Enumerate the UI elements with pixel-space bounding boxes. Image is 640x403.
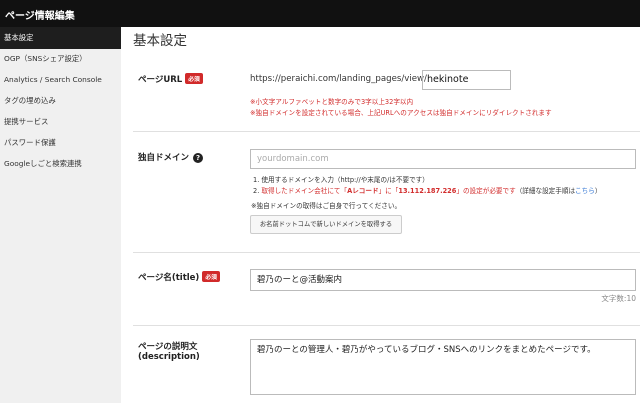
step-2-text-a: 取得したドメイン会社にて「 [261,187,348,195]
page-name-label: ページ名(title) 必須 [138,271,220,283]
page-url-label: ページURL 必須 [138,73,203,85]
divider [133,131,640,132]
sidebar-item-analytics[interactable]: Analytics / Search Console [0,69,121,91]
page-url-slug-input[interactable]: hekinote [422,70,511,90]
url-prefix: https://peraichi.com/landing_pages/view/ [250,74,427,84]
top-bar: ページ情報編集 [0,0,640,27]
main-panel: 基本設定 ページURL 必須 https://peraichi.com/landi… [121,27,640,403]
character-count: 文字数:10 [601,294,636,303]
required-badge: 必須 [202,271,220,282]
get-new-domain-button[interactable]: お名前ドットコムで新しいドメインを取得する [250,215,402,234]
sidebar-item-partner-services[interactable]: 提携サービス [0,111,121,133]
sidebar-item-basic-settings[interactable]: 基本設定 [0,27,121,49]
help-icon[interactable]: ? [193,153,204,163]
sidebar-item-tag-embed[interactable]: タグの埋め込み [0,90,121,112]
window-title: ページ情報編集 [5,11,75,22]
redirect-note: ※独自ドメインを設定されている場合、上記URLへのアクセスは独自ドメインにリダイ… [250,109,552,117]
domain-acquire-note: ※独自ドメインの取得はご自身で行ってください。 [251,202,402,210]
divider [133,252,640,253]
sidebar-item-google-jobs[interactable]: Googleしごと検索連携 [0,153,121,175]
slug-rule-note: ※小文字アルファベットと数字のみで3字以上32字以内 [250,98,414,106]
description-label-sub: (description) [138,352,200,362]
domain-step-2: 2. 取得したドメイン会社にて「Aレコード」に「13.112.187.226」の… [253,185,601,195]
page-url-label-text: ページURL [138,75,183,85]
domain-step-1: 1. 使用するドメインを入力（http://や末尾の/は不要です） [253,176,429,184]
required-badge: 必須 [185,73,203,84]
domain-input[interactable]: yourdomain.com [250,149,636,169]
description-label: ページの説明文 [138,342,198,352]
description-textarea[interactable]: 碧乃のーとの管理人・碧乃がやっているブログ・SNSへのリンクをまとめたページです… [250,339,636,395]
sidebar-item-ogp[interactable]: OGP（SNSシェア設定） [0,48,121,70]
step-2-close: ） [594,187,602,195]
step-2-detail: （詳細な設定手順は [515,187,576,195]
page-title: 基本設定 [133,33,187,49]
page-title-input[interactable]: 碧乃のーと@活動案内 [250,269,636,291]
step-2-text-b: 」に「 [378,187,399,195]
page-name-label-text: ページ名(title) [138,273,200,283]
step-2-text-c: 」の設定が必要です [456,187,516,195]
setup-guide-link[interactable]: こちら [575,187,595,195]
ip-address: 13.112.187.226 [398,187,457,195]
divider [133,325,640,326]
sidebar-item-password-protection[interactable]: パスワード保護 [0,132,121,154]
sidebar: 基本設定 OGP（SNSシェア設定） Analytics / Search Co… [0,27,121,403]
domain-label-text: 独自ドメイン [138,153,190,163]
a-record-label: Aレコード [347,187,379,195]
domain-label: 独自ドメイン? [138,151,204,163]
